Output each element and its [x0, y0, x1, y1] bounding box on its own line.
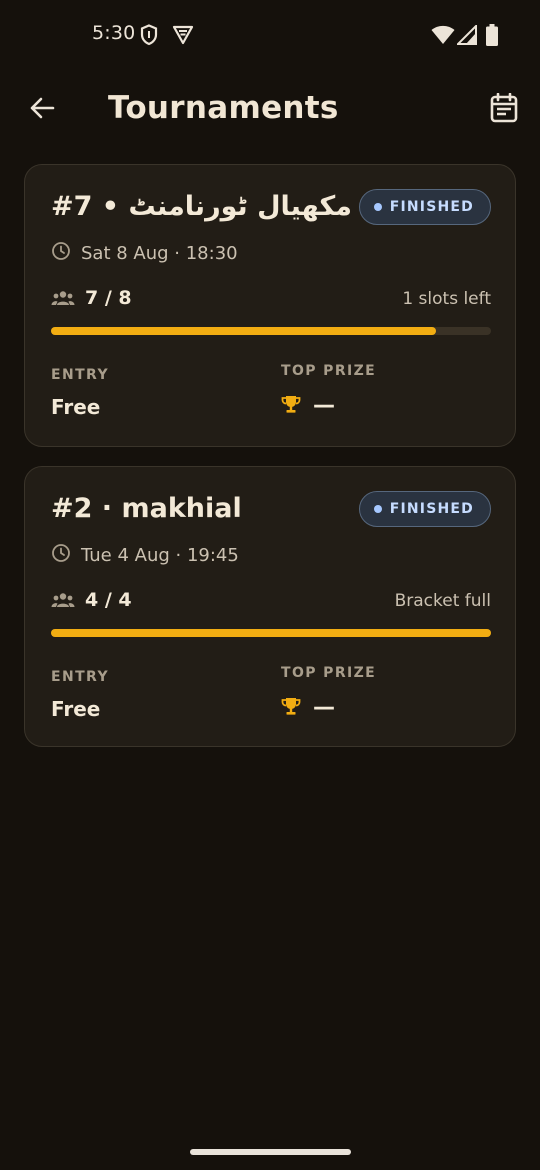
battery-icon: [486, 24, 498, 46]
entry-label: ENTRY: [51, 669, 109, 685]
status-label: FINISHED: [389, 501, 474, 517]
tournaments-screen: 5:30 Tournaments #7 • مکھیال ٹورنامنٹ FI…: [0, 0, 540, 1170]
entry-value: Free: [51, 395, 101, 419]
clock-icon: [51, 241, 71, 265]
slots-status: Bracket full: [394, 591, 491, 611]
top-prize-value: —: [313, 695, 335, 720]
app-bar: Tournaments: [0, 70, 540, 150]
status-time: 5:30: [92, 22, 136, 44]
arrow-back-icon: [29, 95, 55, 125]
players-count: 4 / 4: [85, 589, 132, 611]
date-row: Tue 4 Aug · 19:45: [51, 543, 239, 567]
players-count: 7 / 8: [85, 287, 132, 309]
tournament-title: #7 • مکھیال ٹورنامنٹ: [51, 191, 352, 222]
tournament-card[interactable]: #2 · makhial FINISHED Tue 4 Aug · 19:45 …: [24, 466, 516, 747]
home-indicator[interactable]: [190, 1149, 351, 1155]
clock-icon: [51, 543, 71, 567]
status-badge[interactable]: FINISHED: [358, 491, 491, 527]
slots-status: 1 slots left: [402, 289, 491, 309]
entry-label: ENTRY: [51, 367, 109, 383]
shield-icon: [140, 24, 158, 46]
status-dot: [373, 203, 382, 211]
progress-fill: [51, 327, 436, 335]
tournament-title: #2 · makhial: [51, 493, 242, 524]
trophy-icon: [281, 696, 301, 720]
status-dot: [373, 505, 382, 513]
group-icon: [51, 592, 75, 612]
trophy-icon: [281, 394, 301, 418]
progress-fill: [51, 629, 491, 637]
status-badge[interactable]: FINISHED: [358, 189, 491, 225]
top-prize-label: TOP PRIZE: [281, 665, 377, 681]
status-bar: 5:30: [0, 0, 540, 70]
tournament-date: Sat 8 Aug · 18:30: [81, 242, 238, 264]
back-button[interactable]: [22, 90, 62, 130]
tournament-card[interactable]: #7 • مکھیال ٹورنامنٹ FINISHED Sat 8 Aug …: [24, 164, 516, 447]
players-progress-bar: [51, 629, 491, 637]
date-row: Sat 8 Aug · 18:30: [51, 241, 238, 265]
calendar-event-icon: [490, 92, 518, 127]
top-prize-row: —: [281, 393, 335, 418]
top-prize-row: —: [281, 695, 335, 720]
calendar-button[interactable]: [484, 90, 524, 130]
tournament-date: Tue 4 Aug · 19:45: [81, 544, 239, 566]
group-icon: [51, 290, 75, 310]
entry-value: Free: [51, 697, 101, 721]
page-title: Tournaments: [108, 90, 339, 126]
signal-icon: [457, 25, 477, 45]
status-label: FINISHED: [389, 199, 474, 215]
top-prize-value: —: [313, 393, 335, 418]
wifi-icon: [431, 25, 455, 45]
players-progress-bar: [51, 327, 491, 335]
players-row: 4 / 4 Bracket full: [51, 589, 491, 615]
top-prize-label: TOP PRIZE: [281, 363, 377, 379]
vpn-icon: [172, 24, 194, 46]
players-row: 7 / 8 1 slots left: [51, 287, 491, 313]
